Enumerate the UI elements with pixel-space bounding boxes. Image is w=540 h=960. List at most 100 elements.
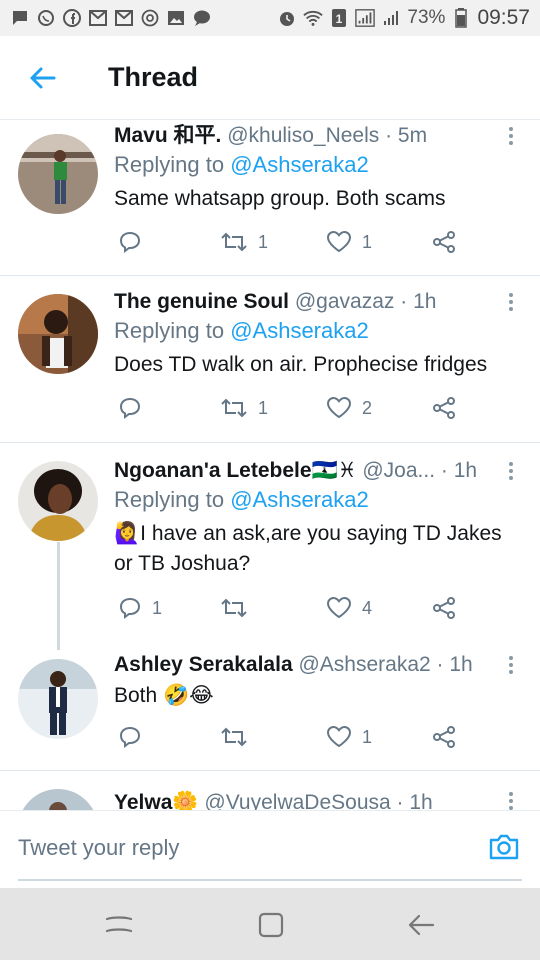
like-count: 1 [362,231,373,252]
avatar[interactable] [18,294,98,374]
system-nav-bar [0,888,540,960]
tweet-header: Ngoanan'a Letebele🇱🇸♓ @Joa... · 1h [114,457,522,485]
back-arrow-icon [30,67,56,88]
more-options-icon[interactable] [508,126,516,151]
tweet[interactable]: Mavu 和平. @khuliso_Neels · 5m Replying to… [0,120,540,275]
tweet[interactable]: Ashley Serakalala @Ashseraka2 · 1h Both … [0,645,540,770]
battery-icon [451,8,471,28]
retweet-button[interactable]: 1 [220,230,268,254]
author-name[interactable]: Ngoanan'a Letebele🇱🇸♓ [114,459,357,482]
tweet-header: Yelwa🌼 @VuyelwaDeSousa · 1h [114,789,522,810]
comment-button[interactable] [118,725,152,749]
share-button[interactable] [432,725,456,749]
retweet-button[interactable] [220,725,258,749]
retweet-icon [221,727,247,747]
whatsapp-icon [36,8,56,28]
comment-button[interactable]: 1 [118,596,162,620]
page-title: Thread [108,62,199,92]
thread-feed[interactable]: Mavu 和平. @khuliso_Neels · 5m Replying to… [0,120,540,810]
tweet-text: Does TD walk on air. Prophecise fridges [114,353,488,376]
heart-icon [326,230,352,253]
tweet-header: The genuine Soul @gavazaz · 1h [114,288,522,316]
retweet-count: 1 [258,231,269,252]
author-name[interactable]: Yelwa🌼 [114,791,199,810]
more-options-icon[interactable] [508,655,516,680]
svg-text:1: 1 [336,12,343,26]
heart-icon [326,596,352,619]
comment-icon [119,597,141,619]
replying-to-link[interactable]: @Ashseraka2 [230,152,369,177]
author-handle[interactable]: @Ashseraka2 [298,653,430,676]
author-handle[interactable]: @Joa... [362,459,435,482]
replying-to-link[interactable]: @Ashseraka2 [230,487,369,512]
share-button[interactable] [432,230,456,254]
heart-icon [326,396,352,419]
alarm-icon [277,8,297,28]
recent-apps-button[interactable] [104,910,134,940]
comment-button[interactable] [118,396,152,420]
tweet-text: Both 🤣😂 [114,684,214,707]
like-button[interactable]: 1 [326,230,372,254]
author-name[interactable]: Ashley Serakalala [114,653,293,676]
back-nav-button[interactable] [406,910,436,940]
author-handle[interactable]: @VuyelwaDeSousa [204,791,390,810]
gmail-icon [114,8,134,28]
tweet[interactable]: Yelwa🌼 @VuyelwaDeSousa · 1h [0,771,540,810]
like-count: 4 [362,597,373,618]
like-button[interactable]: 4 [326,596,372,620]
share-icon [433,726,455,748]
more-options-icon[interactable] [508,791,516,810]
tweet-reply-input[interactable]: Tweet your reply [18,835,179,861]
sms-icon [10,8,30,28]
like-count: 2 [362,397,373,418]
avatar[interactable] [18,461,98,541]
home-icon [258,912,284,938]
share-button[interactable] [432,396,456,420]
tweet-time: · 1h [396,791,433,810]
gallery-icon [166,8,186,28]
share-button[interactable] [432,596,456,620]
author-handle[interactable]: @gavazaz [295,290,395,313]
author-name[interactable]: Mavu 和平. [114,124,221,147]
avatar[interactable] [18,134,98,214]
more-options-icon[interactable] [508,461,516,486]
tweet-actions: 1 4 [114,596,484,626]
recent-apps-icon [105,916,133,933]
tweet[interactable]: The genuine Soul @gavazaz · 1h Replying … [0,276,540,442]
tweet-time: · 5m [385,124,428,147]
tweet-actions: 1 [114,725,484,755]
retweet-icon [221,232,247,252]
replying-to-label: Replying to [114,318,225,343]
avatar[interactable] [18,659,98,739]
tweet-text: 🙋‍♀️I have an ask,are you saying TD Jake… [114,522,502,575]
comment-count: 1 [152,597,163,618]
like-button[interactable]: 2 [326,396,372,420]
clock: 09:57 [477,6,530,29]
share-icon [433,597,455,619]
retweet-button[interactable] [220,596,258,620]
replying-to: Replying to @Ashseraka2 [114,150,522,180]
chat-icon [192,8,212,28]
author-handle[interactable]: @khuliso_Neels [227,124,379,147]
tweet-text: Same whatsapp group. Both scams [114,187,446,210]
sim-1-icon: 1 [329,8,349,28]
notification-icons [10,8,212,28]
tweet-actions: 1 1 [114,230,484,260]
reply-composer: Tweet your reply [0,810,540,888]
more-options-icon[interactable] [508,292,516,317]
like-button[interactable]: 1 [326,725,372,749]
comment-button[interactable] [118,230,152,254]
author-name[interactable]: The genuine Soul [114,290,289,313]
camera-button[interactable] [488,833,520,866]
tweet[interactable]: Ngoanan'a Letebele🇱🇸♓ @Joa... · 1h Reply… [0,443,540,643]
tweet-header: Mavu 和平. @khuliso_Neels · 5m [114,122,522,150]
signal-icon [355,8,376,28]
at-icon [140,8,160,28]
back-button[interactable] [0,36,84,120]
retweet-button[interactable]: 1 [220,396,268,420]
home-button[interactable] [256,910,286,940]
replying-to-link[interactable]: @Ashseraka2 [230,318,369,343]
tweet-time: · 1h [400,290,437,313]
avatar[interactable] [18,789,98,810]
tweet-actions: 1 2 [114,396,484,426]
